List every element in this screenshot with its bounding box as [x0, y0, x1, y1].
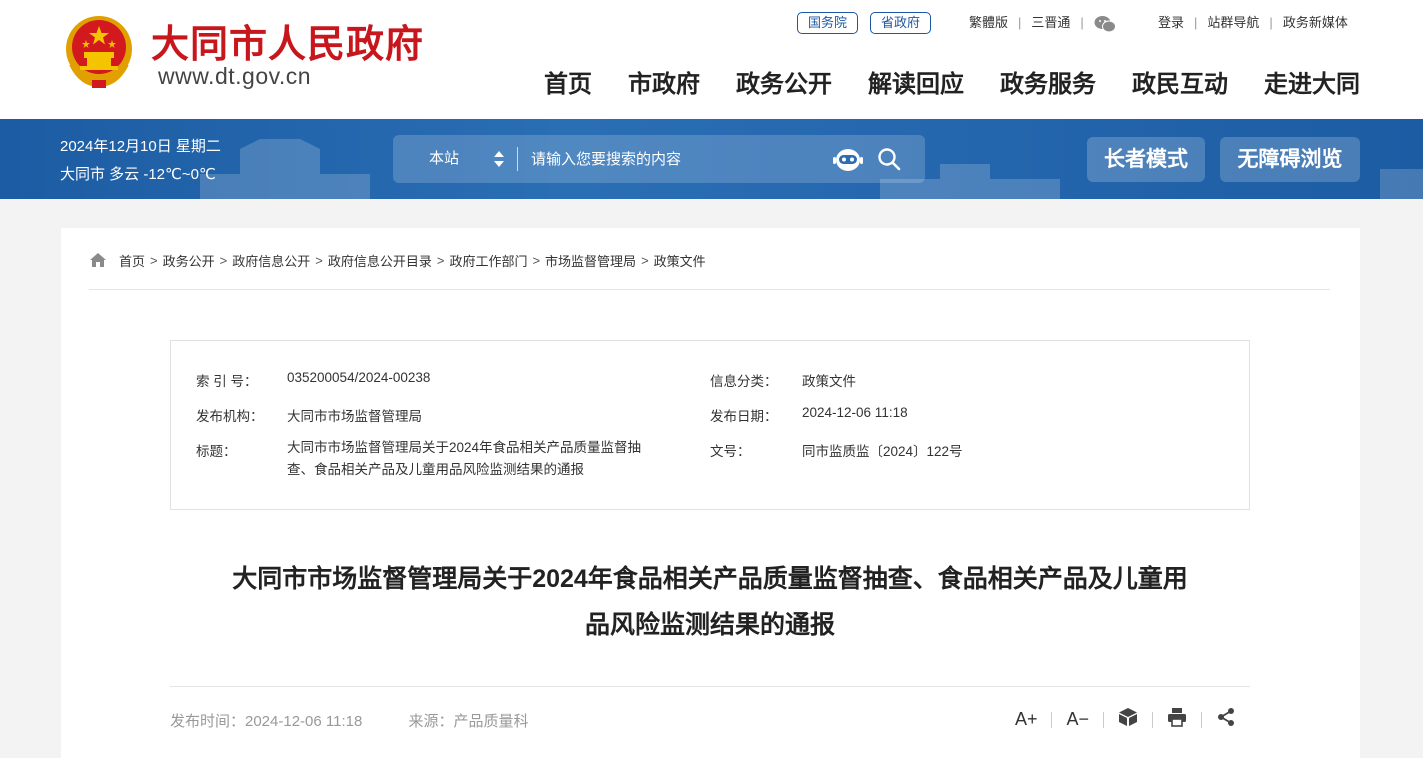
sanjintong-link[interactable]: 三晋通	[1031, 15, 1070, 30]
breadcrumb: 首页 > 政务公开 > 政府信息公开 > 政府信息公开目录 > 政府工作部门 > 市场监督…	[89, 250, 706, 270]
search-scope-select[interactable]: 本站	[429, 135, 459, 183]
nav-interpretation[interactable]: 解读回应	[868, 64, 964, 99]
print-icon[interactable]	[1153, 707, 1201, 732]
province-gov-link[interactable]: 省政府	[870, 12, 932, 34]
article-title-line-1: 大同市市场监督管理局关于2024年食品相关产品质量监督抽查、食品相关产品及儿童用	[232, 565, 1188, 593]
meta-label: 索 引 号：	[196, 374, 258, 389]
weather-info: 大同市 多云 -12℃~0℃	[60, 166, 216, 183]
robot-assistant-icon[interactable]	[833, 145, 863, 173]
meta-title-line-2: 查、食品相关产品及儿童用品风险监测结果的通报	[287, 462, 584, 477]
nav-home[interactable]: 首页	[544, 64, 592, 99]
breadcrumb-departments[interactable]: 政府工作部门	[449, 251, 527, 270]
meta-title-line-1: 大同市市场监督管理局关于2024年食品相关产品质量监督抽	[287, 440, 642, 455]
divider	[170, 686, 1250, 687]
sort-arrows-icon[interactable]	[493, 150, 505, 168]
national-emblem-logo[interactable]	[62, 12, 136, 90]
nav-city-government[interactable]: 市政府	[628, 64, 700, 99]
meta-value: 同市监质监〔2024〕122号	[802, 444, 963, 459]
meta-value: 大同市市场监督管理局关于2024年食品相关产品质量监督抽 查、食品相关产品及儿童…	[287, 437, 677, 481]
nav-about-datong[interactable]: 走进大同	[1264, 64, 1360, 99]
document-metadata-box: 索 引 号： 035200054/2024-00238 信息分类： 政策文件 发…	[170, 340, 1250, 510]
breadcrumb-info-disclosure[interactable]: 政府信息公开	[232, 251, 310, 270]
share-icon[interactable]	[1202, 707, 1250, 732]
top-links-right: 登录 | 站群导航 | 政务新媒体	[1158, 12, 1348, 34]
wechat-icon[interactable]	[1094, 15, 1116, 33]
site-group-nav-link[interactable]: 站群导航	[1207, 15, 1259, 30]
new-media-link[interactable]: 政务新媒体	[1283, 15, 1348, 30]
divider: |	[1194, 15, 1198, 30]
article-source: 来源：产品质量科	[408, 713, 529, 730]
meta-label: 文号：	[710, 444, 751, 459]
breadcrumb-separator: >	[219, 252, 228, 268]
nav-government-affairs[interactable]: 政务公开	[736, 64, 832, 99]
font-decrease-button[interactable]: A−	[1052, 709, 1103, 730]
divider	[517, 147, 518, 171]
breadcrumb-market-bureau[interactable]: 市场监督管理局	[545, 251, 636, 270]
publish-time: 发布时间：2024-12-06 11:18	[170, 713, 363, 730]
breadcrumb-separator: >	[315, 252, 323, 268]
breadcrumb-policy-docs[interactable]: 政策文件	[654, 251, 706, 270]
article-title: 大同市市场监督管理局关于2024年食品相关产品质量监督抽查、食品相关产品及儿童用…	[170, 556, 1250, 648]
state-council-link[interactable]: 国务院	[797, 12, 859, 34]
nav-interaction[interactable]: 政民互动	[1132, 64, 1228, 99]
breadcrumb-separator: >	[641, 252, 649, 268]
divider: |	[1018, 15, 1022, 30]
meta-value: 大同市市场监督管理局	[287, 409, 422, 424]
breadcrumb-separator: >	[436, 252, 445, 268]
meta-value: 2024-12-06 11:18	[802, 405, 908, 420]
article-title-line-2: 品风险监测结果的通报	[584, 611, 835, 639]
meta-label: 发布日期：	[710, 409, 778, 424]
search-banner: 2024年12月10日 星期二 大同市 多云 -12℃~0℃ 本站 长者模式 无…	[0, 119, 1423, 199]
top-links-left: 繁體版 | 三晋通 |	[969, 12, 1116, 34]
home-icon[interactable]	[89, 252, 107, 268]
site-header: 大同市人民政府 www.dt.gov.cn 国务院 省政府 繁體版 | 三晋通 | 登…	[0, 0, 1423, 119]
meta-label: 信息分类：	[710, 374, 778, 389]
site-url: www.dt.gov.cn	[158, 63, 312, 89]
breadcrumb-separator: >	[532, 252, 541, 268]
article-toolbar: A+ A−	[1001, 707, 1250, 732]
search-icon[interactable]	[877, 147, 901, 171]
breadcrumb-gov-affairs[interactable]: 政务公开	[163, 251, 215, 270]
publish-info: 发布时间：2024-12-06 11:18 来源：产品质量科	[170, 710, 529, 731]
content-card: 首页 > 政务公开 > 政府信息公开 > 政府信息公开目录 > 政府工作部门 > 市场监督…	[61, 228, 1360, 758]
main-nav: 首页 市政府 政务公开 解读回应 政务服务 政民互动 走进大同	[544, 64, 1360, 99]
meta-value: 政策文件	[802, 374, 856, 389]
breadcrumb-home[interactable]: 首页	[119, 251, 145, 270]
meta-label: 发布机构：	[196, 409, 264, 424]
breadcrumb-separator: >	[150, 252, 158, 268]
divider: |	[1080, 15, 1084, 30]
current-date: 2024年12月10日 星期二	[60, 138, 221, 155]
font-increase-button[interactable]: A+	[1001, 709, 1052, 730]
breadcrumb-disclosure-catalog[interactable]: 政府信息公开目录	[328, 251, 432, 270]
site-name[interactable]: 大同市人民政府	[151, 13, 424, 68]
meta-value: 035200054/2024-00238	[287, 370, 431, 385]
meta-label: 标题：	[196, 444, 237, 459]
accessibility-button[interactable]: 无障碍浏览	[1220, 137, 1360, 182]
search-bar: 本站	[393, 135, 925, 183]
nav-services[interactable]: 政务服务	[1000, 64, 1096, 99]
divider	[89, 289, 1330, 290]
elder-mode-button[interactable]: 长者模式	[1087, 137, 1205, 182]
divider: |	[1269, 15, 1273, 30]
search-input[interactable]	[529, 147, 819, 171]
cube-icon[interactable]	[1104, 707, 1152, 732]
traditional-chinese-link[interactable]: 繁體版	[969, 15, 1008, 30]
login-link[interactable]: 登录	[1158, 15, 1184, 30]
